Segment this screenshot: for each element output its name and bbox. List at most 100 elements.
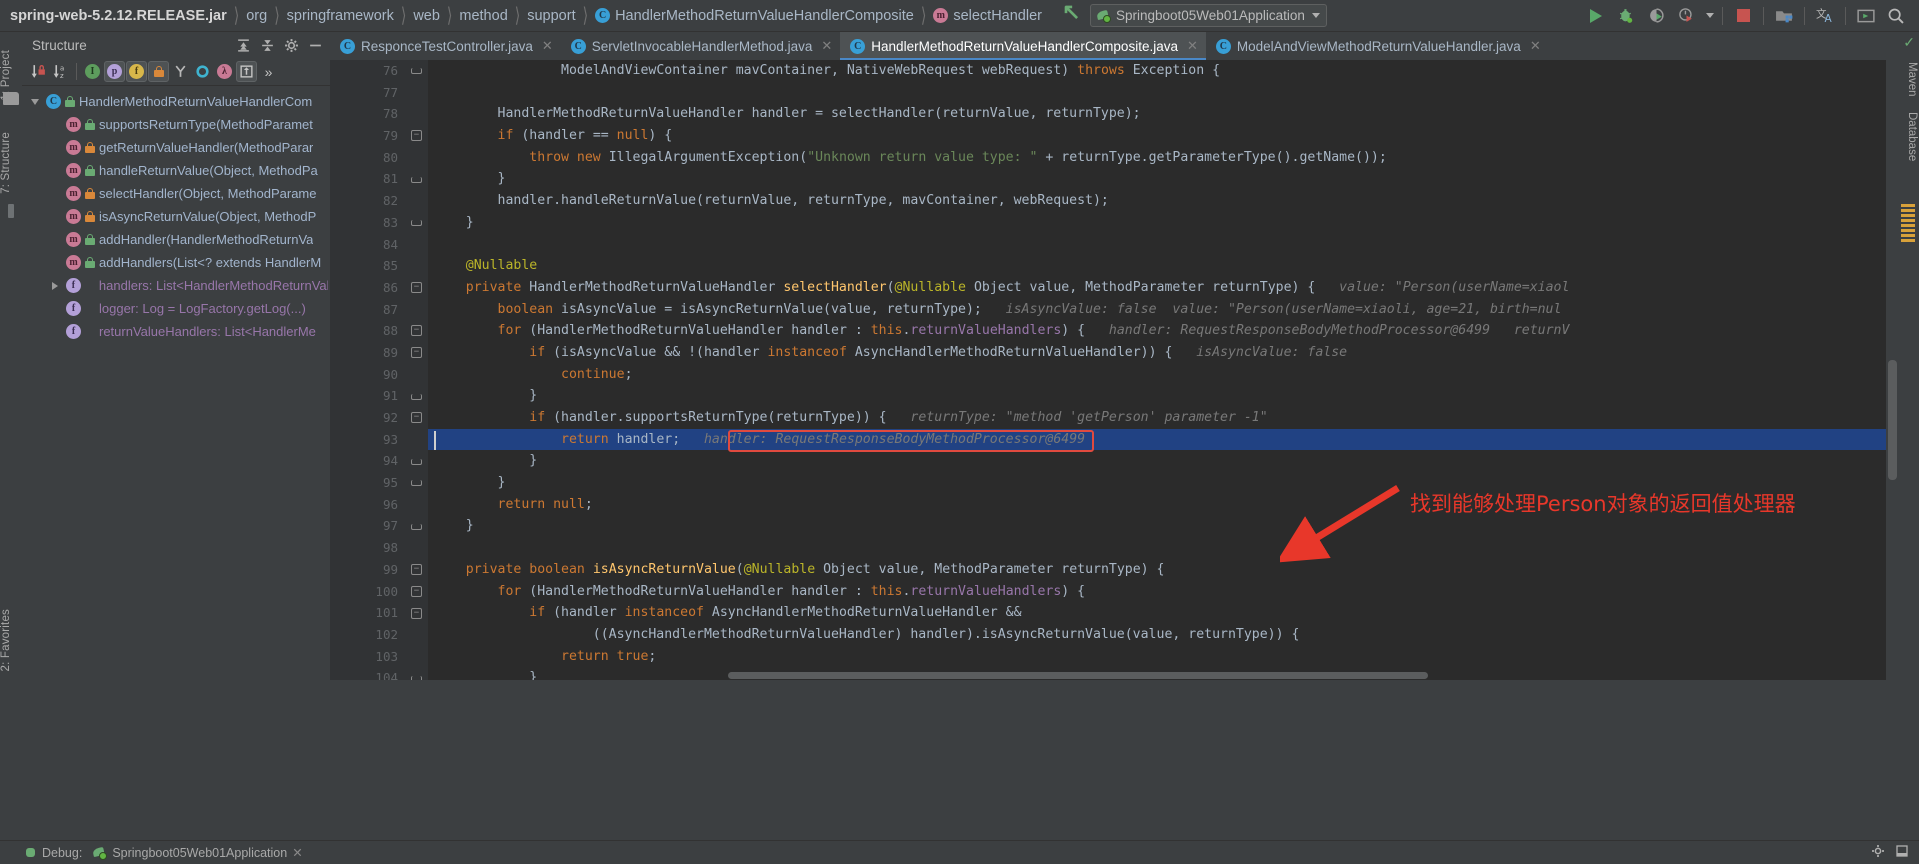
code-line[interactable]: if (isAsyncValue && !(handler instanceof… [428,342,1899,364]
status-debug-config[interactable]: Springboot05Web01Application ✕ [92,845,303,860]
fold-end-icon[interactable] [411,675,422,680]
editor-tab-servletinvocablehandlermethod[interactable]: C ServletInvocableHandlerMethod.java ✕ [561,32,841,60]
code-line[interactable]: throw new IllegalArgumentException("Unkn… [428,147,1899,169]
structure-tree-row[interactable]: m getReturnValueHandler(MethodParar [22,136,330,159]
code-line[interactable] [428,537,1899,559]
toolwindow-button-structure[interactable]: 7: Structure [0,128,12,198]
code-line[interactable] [428,234,1899,256]
debug-button[interactable] [1611,2,1641,30]
sort-alphabetically-icon[interactable]: a z [50,61,71,82]
structure-tree-row[interactable]: f logger: Log = LogFactory.getLog(...) [22,297,330,320]
run-button[interactable] [1581,2,1611,30]
fold-collapse-icon[interactable]: − [411,607,422,619]
chevron-down-icon[interactable] [28,95,42,109]
more-icon[interactable]: » [258,61,279,82]
profiler-dropdown-button[interactable] [1701,2,1717,30]
show-inherited-icon[interactable]: I [82,61,103,82]
run-configuration-selector[interactable]: Springboot05Web01Application [1089,4,1327,27]
breadcrumb-item-springframework[interactable]: springframework [287,8,394,24]
code-line[interactable]: } [428,212,1899,234]
structure-tree-row[interactable]: m handleReturnValue(Object, MethodPa [22,159,330,182]
breadcrumb-item-support[interactable]: support [527,8,575,24]
status-debug-section[interactable]: Debug: [24,846,82,860]
settings-icon[interactable] [1871,844,1885,861]
code-line[interactable]: return true; [428,646,1899,668]
expand-all-icon[interactable] [232,34,254,56]
chevron-right-icon[interactable] [48,279,62,293]
breadcrumb-item-method-selecthandler[interactable]: m selectHandler [933,8,1042,24]
breadcrumb-item-org[interactable]: org [246,8,267,24]
code-line[interactable] [428,82,1899,104]
run-with-coverage-button[interactable] [1641,2,1671,30]
error-stripe-marker[interactable] [1901,209,1915,212]
close-icon[interactable]: ✕ [292,845,302,860]
code-line[interactable]: continue; [428,364,1899,386]
code-line[interactable]: for (HandlerMethodReturnValueHandler han… [428,581,1899,603]
close-icon[interactable]: ✕ [821,38,832,54]
fold-collapse-icon[interactable]: − [411,282,422,293]
fold-end-icon[interactable] [411,393,422,400]
fold-end-icon[interactable] [411,219,422,226]
code-line[interactable]: } [428,168,1899,190]
structure-tree-row[interactable]: m isAsyncReturnValue(Object, MethodP [22,205,330,228]
close-icon[interactable]: ✕ [1530,38,1541,54]
terminal-button[interactable] [1851,2,1881,30]
breadcrumb-item-method[interactable]: method [459,8,507,24]
close-icon[interactable]: ✕ [1187,38,1198,54]
code-folding-gutter[interactable]: − − − − − − − − [406,60,428,680]
show-properties-icon[interactable]: p [104,61,125,82]
structure-tree-row[interactable]: f handlers: List<HandlerMethodReturnVal [22,274,330,297]
toolwindow-button-maven[interactable]: Maven [1906,62,1918,97]
structure-tree-row[interactable]: m selectHandler(Object, MethodParame [22,182,330,205]
settings-icon[interactable] [280,34,302,56]
error-stripe-marker[interactable] [1901,214,1915,217]
structure-tree-row[interactable]: m addHandler(HandlerMethodReturnVa [22,228,330,251]
code-line[interactable]: ((AsyncHandlerMethodReturnValueHandler) … [428,624,1899,646]
code-line[interactable]: ModelAndViewContainer mavContainer, Nati… [428,60,1899,82]
fold-collapse-icon[interactable]: − [411,130,422,142]
editor-tab-handlermethodreturnvaluehandlercomposite[interactable]: C HandlerMethodReturnValueHandlerComposi… [840,32,1206,60]
collapse-all-icon[interactable] [256,34,278,56]
show-fields-icon[interactable]: f [126,61,147,82]
scrollbar-thumb[interactable] [728,672,1428,679]
hide-icon[interactable] [1895,844,1909,861]
fold-collapse-icon[interactable]: − [411,585,422,597]
code-line[interactable]: } [428,450,1899,472]
fold-collapse-icon[interactable]: − [411,412,422,424]
code-line[interactable]: if (handler.supportsReturnType(returnTyp… [428,407,1899,429]
error-stripe-marker[interactable] [1901,224,1915,227]
stop-button[interactable] [1728,2,1758,30]
editor-horizontal-scrollbar[interactable] [428,671,1885,680]
hide-icon[interactable] [304,34,326,56]
breadcrumb-item-jar[interactable]: spring-web-5.2.12.RELEASE.jar [10,8,227,24]
toolwindow-button-database[interactable]: Database [1906,112,1918,161]
error-stripe-marker[interactable] [1901,204,1915,207]
structure-tree-row[interactable]: m addHandlers(List<? extends HandlerM [22,251,330,274]
profiler-button[interactable] [1671,2,1701,30]
code-line[interactable]: private boolean isAsyncReturnValue(@Null… [428,559,1899,581]
error-stripe-marker[interactable] [1901,219,1915,222]
code-line[interactable]: if (handler instanceof AsyncHandlerMetho… [428,602,1899,624]
error-stripe-marker[interactable] [1901,229,1915,232]
breadcrumb-item-web[interactable]: web [413,8,440,24]
code-line[interactable]: } [428,515,1899,537]
code-line[interactable]: handler.handleReturnValue(returnValue, r… [428,190,1899,212]
error-stripe-markers[interactable] [1897,204,1919,244]
code-line[interactable]: private HandlerMethodReturnValueHandler … [428,277,1899,299]
show-lambdas-icon[interactable]: λ [214,61,235,82]
fold-collapse-icon[interactable]: − [411,325,422,337]
close-icon[interactable]: ✕ [542,38,553,54]
code-line[interactable]: } [428,472,1899,494]
code-line[interactable]: boolean isAsyncValue = isAsyncReturnValu… [428,299,1899,321]
search-everywhere-button[interactable] [1881,2,1911,30]
fold-end-icon[interactable] [411,68,422,74]
fold-end-icon[interactable] [411,480,422,487]
fold-end-icon[interactable] [411,523,422,530]
build-project-button[interactable] [1769,2,1799,30]
structure-tree-row[interactable]: f returnValueHandlers: List<HandlerMe [22,320,330,343]
show-interfaces-icon[interactable] [192,61,213,82]
toolwindow-button-favorites[interactable]: 2: Favorites [0,605,12,675]
code-line[interactable]: } [428,385,1899,407]
fold-end-icon[interactable] [411,458,422,465]
project-folder-icon[interactable] [3,92,19,105]
